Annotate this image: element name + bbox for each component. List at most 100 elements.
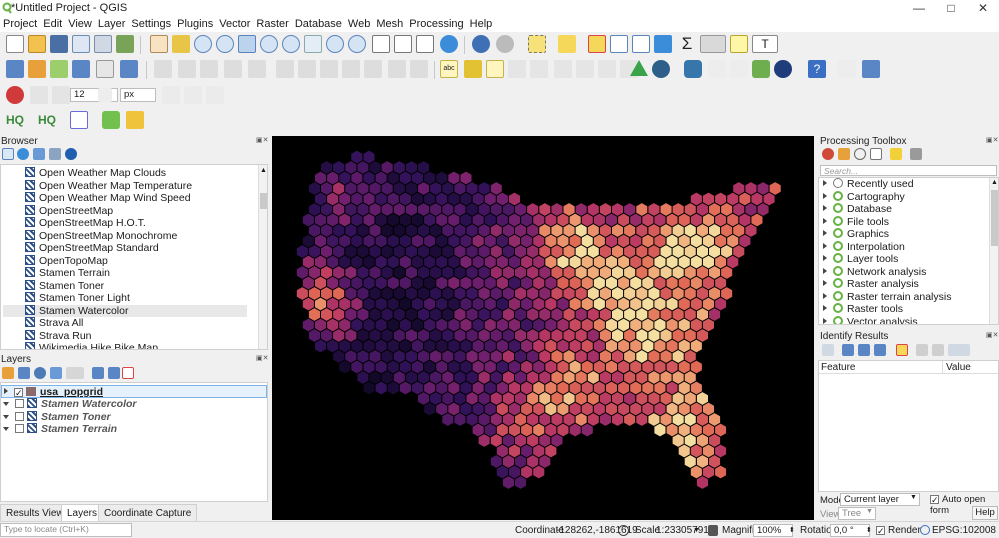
collapse-all-icon[interactable] — [49, 148, 61, 160]
browser-item[interactable]: Open Weather Map Temperature — [25, 179, 192, 193]
browser-item[interactable]: Wikimedia Hike Bike Map — [25, 342, 158, 349]
processing-group[interactable]: Cartography — [823, 190, 905, 204]
processing-dock-buttons-icon[interactable]: ▣✕ — [986, 136, 998, 144]
expand-all-results-icon[interactable] — [858, 344, 870, 356]
clear-results-icon[interactable] — [896, 344, 908, 356]
menu-edit[interactable]: Edit — [40, 17, 65, 32]
gps-tools-icon[interactable] — [652, 60, 670, 78]
value-column-header[interactable]: Value — [946, 362, 971, 374]
identify-mode-select[interactable]: Current layer — [840, 493, 920, 506]
processing-toolbox-icon[interactable] — [654, 35, 672, 53]
menu-raster[interactable]: Raster — [253, 17, 291, 32]
tab-layers[interactable]: Layers — [61, 504, 104, 521]
show-hide-labels-icon[interactable] — [554, 60, 572, 78]
collapse-arrow-icon[interactable] — [3, 414, 9, 419]
plugin-pencil-icon[interactable] — [730, 60, 748, 78]
spin-arrows-icon[interactable]: ⬍ — [789, 524, 795, 537]
processing-group[interactable]: Layer tools — [823, 253, 898, 266]
menu-web[interactable]: Web — [345, 17, 373, 32]
layer-visibility-checkbox[interactable] — [15, 399, 24, 408]
browser-item[interactable]: OpenStreetMap H.O.T. — [25, 217, 146, 230]
models-icon[interactable] — [822, 148, 834, 160]
new-temporary-layer-icon[interactable] — [120, 60, 138, 78]
scale-combobox[interactable]: 1:23305791 — [656, 524, 709, 537]
menu-layer[interactable]: Layer — [95, 17, 129, 32]
collapse-all-layers-icon[interactable] — [108, 367, 120, 379]
advanced-digitize-icon[interactable] — [162, 86, 180, 104]
font-unit-select[interactable]: px — [120, 88, 156, 102]
scroll-up-icon[interactable]: ▲ — [991, 179, 998, 186]
open-layer-styling-icon[interactable] — [2, 367, 14, 379]
collapse-all-results-icon[interactable] — [874, 344, 886, 356]
tab-coordinate-capture[interactable]: Coordinate Capture — [98, 504, 198, 521]
filter-legend-icon[interactable] — [50, 367, 62, 379]
processing-group[interactable]: Vector analysis — [823, 315, 918, 324]
expand-arrow-icon[interactable] — [4, 388, 8, 394]
hq-plugin-alt-icon[interactable]: HQ — [38, 111, 60, 129]
menu-settings[interactable]: Settings — [128, 17, 174, 32]
refresh-icon[interactable] — [440, 35, 458, 53]
expand-arrow-icon[interactable] — [823, 280, 827, 286]
plugin-ms-icon[interactable] — [708, 60, 726, 78]
processing-search-input[interactable]: Search... — [820, 165, 997, 176]
map-tips-icon[interactable] — [730, 35, 748, 53]
layer-visibility-checkbox[interactable]: ✓ — [14, 388, 23, 398]
rotation-spinbox[interactable]: 0,0 ° — [830, 524, 870, 537]
add-group-icon[interactable] — [18, 367, 30, 379]
menu-database[interactable]: Database — [292, 17, 345, 32]
layer-row[interactable]: Stamen Terrain — [3, 423, 117, 436]
temporal-controller-icon[interactable] — [416, 35, 434, 53]
qgis-plugin-manager-icon[interactable] — [126, 111, 144, 129]
menu-plugins[interactable]: Plugins — [174, 17, 216, 32]
plugin-arrow-icon[interactable] — [838, 60, 856, 78]
font-size-spin-arrows-icon[interactable] — [98, 88, 112, 102]
pin-labels-icon[interactable] — [530, 60, 548, 78]
field-calculator-icon[interactable] — [632, 35, 650, 53]
new-geopackage-layer-icon[interactable] — [28, 60, 46, 78]
browser-item[interactable]: OpenStreetMap — [25, 204, 113, 218]
chevron-down-icon[interactable]: ▼ — [866, 508, 873, 515]
move-label-icon[interactable] — [576, 60, 594, 78]
expand-arrow-icon[interactable] — [823, 267, 827, 274]
browser-item[interactable]: OpenStreetMap Standard — [25, 242, 159, 255]
processing-group[interactable]: File tools — [823, 215, 889, 229]
expand-arrow-icon[interactable] — [823, 230, 827, 236]
quick-map-services-icon[interactable] — [102, 111, 120, 129]
browser-item[interactable]: Stamen Toner — [25, 279, 104, 293]
scroll-up-icon[interactable]: ▲ — [260, 167, 267, 174]
browser-item[interactable]: OpenStreetMap Monochrome — [25, 229, 177, 243]
zoom-next-icon[interactable] — [348, 35, 366, 53]
zoom-selection-icon[interactable] — [260, 35, 278, 53]
deselect-all-icon[interactable] — [588, 35, 606, 53]
magnifier-spinbox[interactable]: 100% — [753, 524, 793, 537]
hq-plugin-icon[interactable]: HQ — [6, 111, 28, 129]
render-checkbox[interactable]: ✓ Render — [876, 524, 921, 537]
browser-item[interactable]: Open Weather Map Clouds — [25, 167, 166, 180]
select-features-icon[interactable] — [528, 35, 546, 53]
spin-arrows-icon[interactable]: ⬍ — [866, 524, 872, 537]
collapse-arrow-icon[interactable] — [3, 427, 9, 431]
browser-item-selected[interactable]: Stamen Watercolor — [3, 304, 247, 317]
remove-layer-icon[interactable] — [122, 367, 134, 379]
checkbox-icon[interactable]: ✓ — [930, 495, 939, 505]
snapping-magnet-icon[interactable] — [6, 86, 24, 104]
help-contents-icon[interactable]: ? — [808, 60, 826, 78]
feature-column-header[interactable]: Feature — [821, 362, 855, 374]
crs-button[interactable]: EPSG:102008 — [932, 524, 996, 537]
menu-view[interactable]: View — [65, 17, 95, 32]
menu-mesh[interactable]: Mesh — [373, 17, 406, 32]
options-wrench-icon[interactable] — [910, 148, 922, 160]
profile-tool-icon[interactable] — [70, 111, 88, 129]
browser-item[interactable]: Stamen Terrain — [25, 267, 110, 280]
layer-row-usa-popgrid[interactable]: ✓ usa_popgrid — [1, 385, 267, 398]
crs-globe-icon[interactable] — [920, 525, 930, 535]
refresh-browser-icon[interactable] — [17, 148, 29, 160]
processing-group[interactable]: Raster analysis — [823, 278, 919, 291]
label-toolbar-abc-icon[interactable]: abc — [440, 60, 458, 78]
edit-features-in-place-icon[interactable] — [890, 148, 902, 160]
processing-group[interactable]: Network analysis — [823, 265, 926, 279]
layer-row[interactable]: Stamen Watercolor — [3, 398, 137, 411]
zoom-layer-icon[interactable] — [282, 35, 300, 53]
new-print-layout-icon[interactable] — [72, 35, 90, 53]
attribute-table-icon[interactable] — [610, 35, 628, 53]
